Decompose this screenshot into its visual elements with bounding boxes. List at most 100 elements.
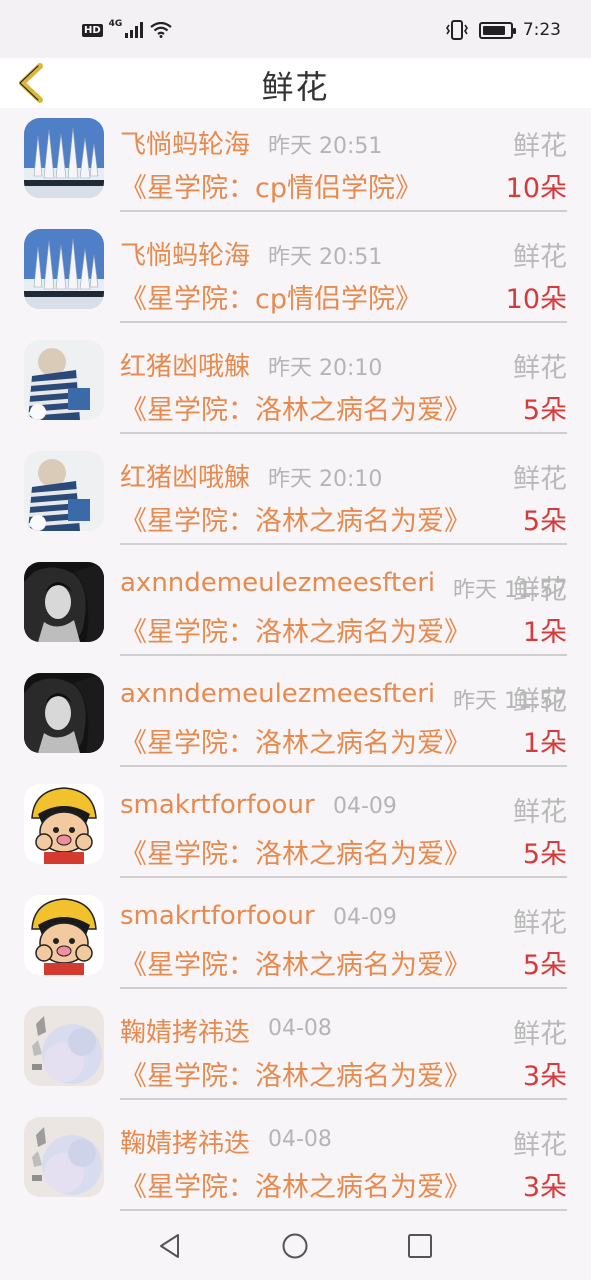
flower-record-item[interactable]: smakrtforfoour 04-09 鲜花 《星学院：洛林之病名为爱》 5朵: [0, 885, 591, 996]
flower-record-item[interactable]: 飞惝蚂轮海 昨天 20:51 鲜花 《星学院：cp情侣学院》 10朵: [0, 219, 591, 330]
book-title[interactable]: 《星学院：洛林之病名为爱》: [120, 1054, 471, 1093]
flower-record-item[interactable]: 红猪凼哦觫 昨天 20:10 鲜花 《星学院：洛林之病名为爱》 5朵: [0, 330, 591, 441]
avatar[interactable]: [24, 784, 104, 864]
avatar[interactable]: [24, 673, 104, 753]
timestamp: 04-08: [268, 1127, 332, 1152]
avatar[interactable]: [24, 340, 104, 420]
timestamp: 04-09: [333, 905, 397, 930]
avatar[interactable]: [24, 562, 104, 642]
username[interactable]: 鞠婧拷祎迭: [120, 1123, 250, 1160]
book-title[interactable]: 《星学院：洛林之病名为爱》: [120, 943, 471, 982]
nav-home-button[interactable]: [281, 1232, 309, 1260]
timestamp: 04-09: [333, 794, 397, 819]
username[interactable]: 飞惝蚂轮海: [120, 235, 250, 272]
record-detail-row: 《星学院：cp情侣学院》 10朵: [120, 166, 567, 205]
record-detail-row: 《星学院：洛林之病名为爱》 5朵: [120, 832, 567, 871]
book-title[interactable]: 《星学院：洛林之病名为爱》: [120, 610, 471, 649]
timestamp: 04-08: [268, 1016, 332, 1041]
flower-quantity: 10朵: [505, 284, 567, 315]
gift-name: 鲜花: [513, 131, 567, 162]
nav-recents-button[interactable]: [406, 1232, 434, 1260]
username[interactable]: axnndemeulezmeesfteri: [120, 679, 435, 709]
avatar[interactable]: [24, 451, 104, 531]
record-detail-row: 《星学院：洛林之病名为爱》 1朵: [120, 721, 567, 760]
flower-quantity: 1朵: [522, 728, 567, 759]
flower-record-list[interactable]: 飞惝蚂轮海 昨天 20:51 鲜花 《星学院：cp情侣学院》 10朵 飞惝蚂轮海…: [0, 108, 591, 1218]
flower-quantity: 5朵: [522, 839, 567, 870]
status-bar: HD 4G 7:23: [0, 0, 591, 58]
timestamp: 昨天 20:51: [268, 245, 383, 270]
timestamp: 昨天 20:10: [268, 356, 383, 381]
gift-name: 鲜花: [513, 686, 567, 717]
divider: [120, 876, 567, 878]
flower-quantity: 3朵: [522, 1061, 567, 1092]
record-meta-row: 红猪凼哦觫 昨天 20:10 鲜花: [120, 346, 567, 384]
wifi-icon: [150, 22, 173, 38]
flower-record-item[interactable]: 飞惝蚂轮海 昨天 20:51 鲜花 《星学院：cp情侣学院》 10朵: [0, 108, 591, 219]
book-title[interactable]: 《星学院：洛林之病名为爱》: [120, 1165, 471, 1204]
book-title[interactable]: 《星学院：cp情侣学院》: [120, 277, 422, 316]
clock: 7:23: [522, 20, 561, 40]
avatar[interactable]: [24, 1006, 104, 1086]
flower-record-item[interactable]: 鞠婧拷祎迭 04-08 鲜花 《星学院：洛林之病名为爱》 3朵: [0, 1107, 591, 1218]
avatar[interactable]: [24, 118, 104, 198]
book-title[interactable]: 《星学院：cp情侣学院》: [120, 166, 422, 205]
flower-record-item[interactable]: axnndemeulezmeesfteri 昨天 11:57 鲜花 《星学院：洛…: [0, 552, 591, 663]
avatar[interactable]: [24, 895, 104, 975]
record-meta-row: 鞠婧拷祎迭 04-08 鲜花: [120, 1012, 567, 1050]
recents-square-icon: [408, 1234, 432, 1258]
flower-record-item[interactable]: 鞠婧拷祎迭 04-08 鲜花 《星学院：洛林之病名为爱》 3朵: [0, 996, 591, 1107]
gift-name: 鲜花: [513, 1130, 567, 1161]
username[interactable]: 红猪凼哦觫: [120, 346, 250, 383]
flower-quantity: 5朵: [522, 395, 567, 426]
divider: [120, 321, 567, 323]
record-meta-row: smakrtforfoour 04-09 鲜花: [120, 901, 567, 939]
gift-name: 鲜花: [513, 464, 567, 495]
record-meta-row: 飞惝蚂轮海 昨天 20:51 鲜花: [120, 124, 567, 162]
vibrate-icon: [445, 20, 468, 40]
username[interactable]: axnndemeulezmeesfteri: [120, 568, 435, 598]
divider: [120, 543, 567, 545]
username[interactable]: 鞠婧拷祎迭: [120, 1012, 250, 1049]
divider: [120, 987, 567, 989]
signal-icon: [125, 22, 144, 38]
home-circle-icon: [282, 1233, 308, 1259]
header: 鲜花: [0, 58, 591, 108]
gift-name: 鲜花: [513, 575, 567, 606]
nav-back-button[interactable]: [156, 1232, 184, 1260]
flower-quantity: 5朵: [522, 506, 567, 537]
book-title[interactable]: 《星学院：洛林之病名为爱》: [120, 721, 471, 760]
record-detail-row: 《星学院：洛林之病名为爱》 5朵: [120, 388, 567, 427]
flower-record-item[interactable]: axnndemeulezmeesfteri 昨天 11:57 鲜花 《星学院：洛…: [0, 663, 591, 774]
record-meta-row: 飞惝蚂轮海 昨天 20:51 鲜花: [120, 235, 567, 273]
status-left: HD 4G: [82, 19, 173, 38]
page-title: 鲜花: [261, 68, 330, 106]
divider: [120, 1209, 567, 1211]
gift-name: 鲜花: [513, 908, 567, 939]
gift-name: 鲜花: [513, 797, 567, 828]
record-meta-row: axnndemeulezmeesfteri 昨天 11:57 鲜花: [120, 679, 567, 717]
avatar[interactable]: [24, 1117, 104, 1197]
record-detail-row: 《星学院：洛林之病名为爱》 1朵: [120, 610, 567, 649]
record-meta-row: 鞠婧拷祎迭 04-08 鲜花: [120, 1123, 567, 1161]
book-title[interactable]: 《星学院：洛林之病名为爱》: [120, 499, 471, 538]
username[interactable]: smakrtforfoour: [120, 790, 315, 820]
gift-name: 鲜花: [513, 242, 567, 273]
book-title[interactable]: 《星学院：洛林之病名为爱》: [120, 388, 471, 427]
divider: [120, 432, 567, 434]
username[interactable]: 红猪凼哦觫: [120, 457, 250, 494]
status-right: 7:23: [445, 20, 561, 40]
avatar[interactable]: [24, 229, 104, 309]
divider: [120, 654, 567, 656]
record-detail-row: 《星学院：洛林之病名为爱》 3朵: [120, 1165, 567, 1204]
username[interactable]: 飞惝蚂轮海: [120, 124, 250, 161]
book-title[interactable]: 《星学院：洛林之病名为爱》: [120, 832, 471, 871]
flower-quantity: 10朵: [505, 173, 567, 204]
record-detail-row: 《星学院：cp情侣学院》 10朵: [120, 277, 567, 316]
record-meta-row: 红猪凼哦觫 昨天 20:10 鲜花: [120, 457, 567, 495]
flower-record-item[interactable]: 红猪凼哦觫 昨天 20:10 鲜花 《星学院：洛林之病名为爱》 5朵: [0, 441, 591, 552]
flower-record-item[interactable]: smakrtforfoour 04-09 鲜花 《星学院：洛林之病名为爱》 5朵: [0, 774, 591, 885]
timestamp: 昨天 20:51: [268, 134, 383, 159]
username[interactable]: smakrtforfoour: [120, 901, 315, 931]
hd-icon: HD: [82, 23, 103, 37]
